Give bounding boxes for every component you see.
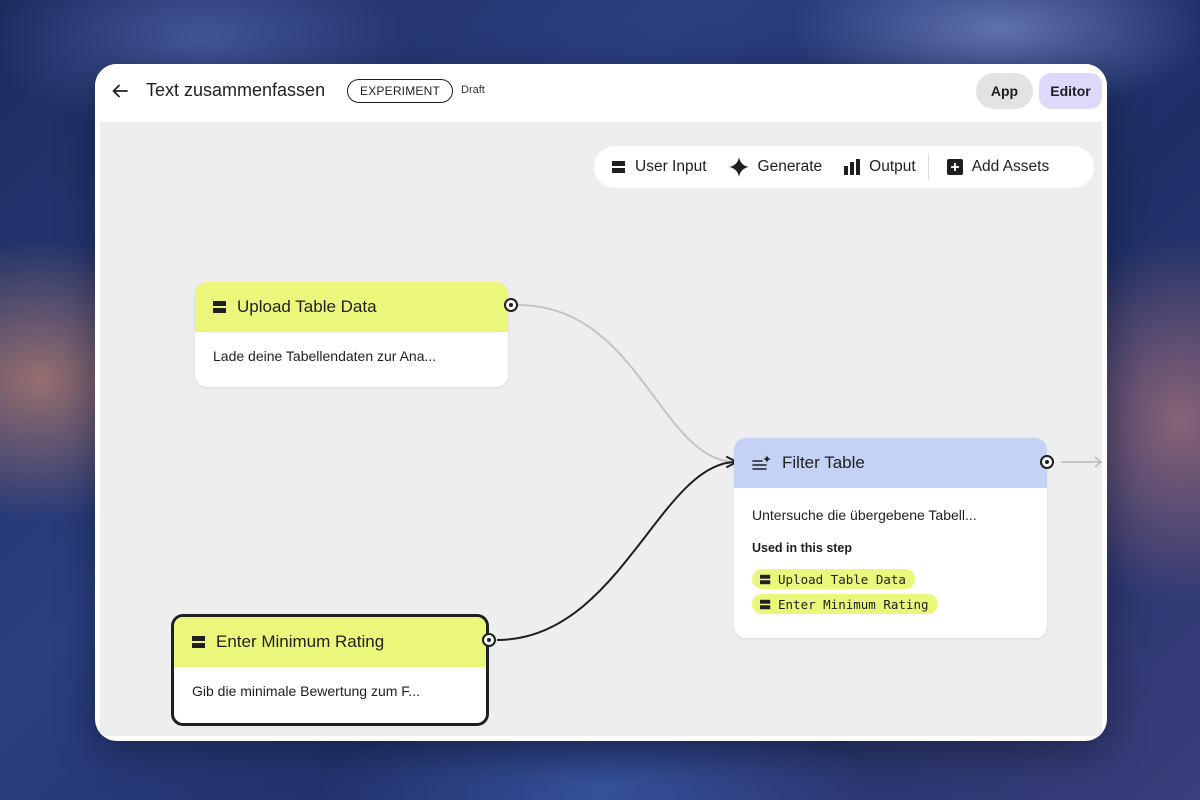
- node-header[interactable]: Filter Table: [734, 438, 1047, 488]
- input-bars-icon: [192, 636, 205, 648]
- input-bars-icon: [213, 301, 226, 313]
- app-window: Text zusammenfassen EXPERIMENT Draft App…: [95, 64, 1107, 741]
- used-input-chip[interactable]: Enter Minimum Rating: [752, 594, 938, 614]
- output-port-upload[interactable]: [504, 298, 518, 312]
- flow-canvas[interactable]: User Input Generate Output Add Assets Up…: [100, 122, 1102, 736]
- editor-mode-button[interactable]: Editor: [1039, 73, 1102, 109]
- arrow-left-icon: [112, 84, 128, 98]
- node-upload-table-data[interactable]: Upload Table Data Lade deine Tabellendat…: [195, 282, 508, 387]
- page-title: Text zusammenfassen: [146, 80, 326, 100]
- used-inputs-list: Upload Table Data Enter Minimum Rating: [752, 569, 1029, 614]
- node-description: Gib die minimale Bewertung zum F...: [192, 683, 420, 699]
- chip-label: Enter Minimum Rating: [778, 596, 929, 612]
- generate-label: Generate: [757, 158, 823, 175]
- add-assets-tool[interactable]: Add Assets: [946, 158, 1050, 176]
- component-toolbar: User Input Generate Output Add Assets: [594, 146, 1094, 188]
- used-in-step-label: Used in this step: [752, 541, 853, 555]
- chip-label: Upload Table Data: [778, 571, 906, 587]
- input-bars-icon: [760, 599, 771, 609]
- user-input-tool[interactable]: User Input: [612, 158, 707, 176]
- output-tool[interactable]: Output: [844, 158, 916, 176]
- node-description: Untersuche die übergebene Tabell...: [752, 507, 977, 523]
- app-mode-button[interactable]: App: [976, 73, 1033, 109]
- node-header[interactable]: Upload Table Data: [195, 282, 508, 332]
- node-body: Untersuche die übergebene Tabell... Used…: [734, 488, 1047, 630]
- sparkle-list-icon: [752, 455, 771, 470]
- output-port-rating[interactable]: [482, 633, 496, 647]
- experiment-badge: EXPERIMENT: [347, 79, 454, 103]
- node-title: Upload Table Data: [237, 297, 377, 316]
- wire-upload-to-filter: [517, 304, 737, 463]
- node-title: Enter Minimum Rating: [216, 632, 385, 651]
- wire-rating-to-filter: [496, 461, 737, 641]
- input-bars-icon: [760, 574, 771, 584]
- output-label: Output: [869, 158, 916, 175]
- top-bar: Text zusammenfassen EXPERIMENT Draft App…: [95, 64, 1107, 119]
- add-assets-label: Add Assets: [971, 158, 1050, 175]
- toolbar-divider: [927, 154, 929, 180]
- draft-status: Draft: [461, 84, 485, 96]
- node-description: Lade deine Tabellendaten zur Ana...: [213, 348, 437, 364]
- sparkle-icon: [728, 157, 749, 177]
- plus-box-icon: [946, 159, 963, 175]
- bar-chart-icon: [844, 159, 861, 175]
- input-bars-icon: [612, 161, 625, 173]
- output-port-filter[interactable]: [1040, 455, 1054, 469]
- generate-tool[interactable]: Generate: [728, 157, 823, 177]
- back-button[interactable]: [105, 76, 135, 106]
- node-enter-minimum-rating[interactable]: Enter Minimum Rating Gib die minimale Be…: [171, 614, 489, 726]
- node-header[interactable]: Enter Minimum Rating: [174, 617, 486, 667]
- used-input-chip[interactable]: Upload Table Data: [752, 569, 915, 589]
- user-input-label: User Input: [635, 158, 707, 175]
- node-filter-table[interactable]: Filter Table Untersuche die übergebene T…: [734, 438, 1047, 638]
- node-title: Filter Table: [782, 453, 865, 472]
